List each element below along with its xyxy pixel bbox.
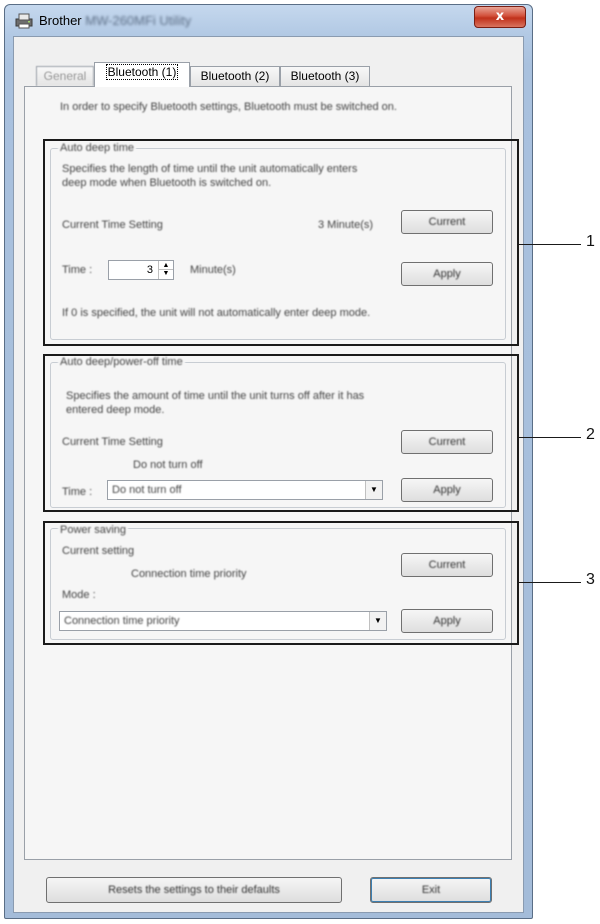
close-icon: x	[495, 9, 505, 24]
callout-number-1: 1	[586, 233, 595, 250]
title-app-name: Brother	[39, 13, 82, 28]
callout-line-1	[519, 244, 581, 245]
tab-general[interactable]: General	[36, 66, 94, 86]
tab-bluetooth-2[interactable]: Bluetooth (2)	[190, 66, 280, 86]
callout-line-3	[519, 582, 581, 583]
title-bar[interactable]: Brother MW-260MFi Utility x	[5, 5, 532, 35]
callout-line-2	[519, 437, 581, 438]
callout-box-2	[43, 354, 519, 512]
tab-bluetooth-3[interactable]: Bluetooth (3)	[280, 66, 370, 86]
callout-box-3	[43, 521, 519, 645]
callout-number-3: 3	[586, 571, 595, 588]
callout-number-2: 2	[586, 426, 595, 443]
intro-text: In order to specify Bluetooth settings, …	[60, 101, 397, 113]
window-title: Brother MW-260MFi Utility	[39, 13, 191, 28]
tab-bluetooth-1[interactable]: Bluetooth (1)	[94, 62, 190, 87]
reset-defaults-button[interactable]: Resets the settings to their defaults	[46, 877, 342, 903]
printer-app-icon	[15, 13, 33, 29]
callout-box-1	[43, 139, 519, 346]
close-button[interactable]: x	[474, 6, 526, 28]
exit-button[interactable]: Exit	[370, 877, 492, 903]
title-model-name: MW-260MFi Utility	[85, 13, 192, 28]
